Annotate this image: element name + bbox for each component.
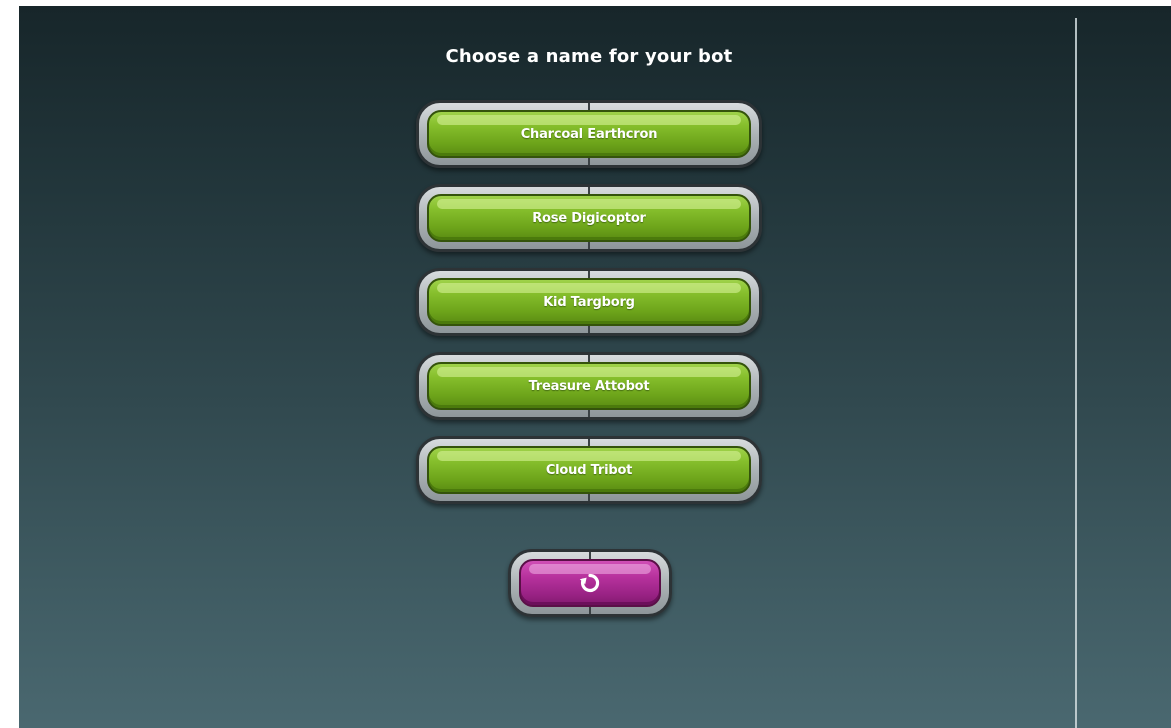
name-option-label: Cloud Tribot bbox=[545, 462, 633, 478]
name-option-label: Charcoal Earthcron bbox=[520, 126, 658, 142]
name-option-button-5[interactable]: Cloud Tribot bbox=[416, 436, 762, 504]
name-option-face: Charcoal Earthcron bbox=[427, 110, 751, 158]
refresh-icon bbox=[579, 573, 600, 593]
game-stage: Choose a name for your bot Charcoal Eart… bbox=[19, 6, 1171, 728]
name-option-button-4[interactable]: Treasure Attobot bbox=[416, 352, 762, 420]
name-option-button-2[interactable]: Rose Digicoptor bbox=[416, 184, 762, 252]
refresh-names-button[interactable] bbox=[508, 549, 672, 617]
name-option-button-1[interactable]: Charcoal Earthcron bbox=[416, 100, 762, 168]
name-option-face: Cloud Tribot bbox=[427, 446, 751, 494]
name-option-face: Rose Digicoptor bbox=[427, 194, 751, 242]
name-option-label: Kid Targborg bbox=[543, 294, 635, 310]
name-option-button-3[interactable]: Kid Targborg bbox=[416, 268, 762, 336]
refresh-button-face bbox=[519, 559, 661, 607]
page-title: Choose a name for your bot bbox=[445, 46, 733, 67]
name-options: Charcoal Earthcron Rose Digicoptor Kid T… bbox=[416, 100, 762, 520]
side-divider bbox=[1075, 18, 1077, 728]
name-option-face: Kid Targborg bbox=[427, 278, 751, 326]
name-option-face: Treasure Attobot bbox=[427, 362, 751, 410]
name-option-label: Rose Digicoptor bbox=[532, 210, 646, 226]
name-option-label: Treasure Attobot bbox=[528, 378, 650, 394]
